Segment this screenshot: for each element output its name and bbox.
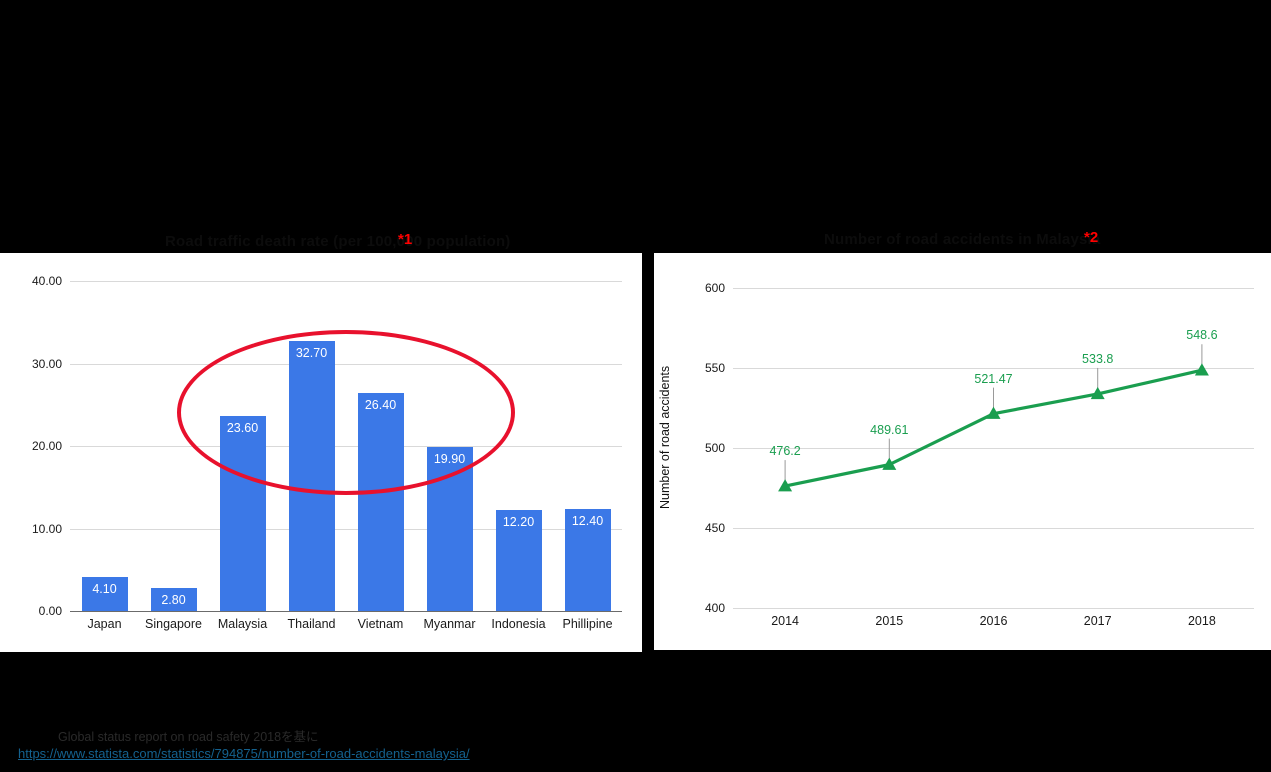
data-point-value-label: 533.8 — [1082, 351, 1114, 366]
y-axis-tick-label: 550 — [704, 361, 725, 375]
bar[interactable]: 12.40 — [564, 508, 611, 611]
bar-value-label: 12.20 — [502, 515, 535, 530]
line-series-path — [784, 368, 1203, 488]
left-chart-heading: Road traffic death rate (per 100,000 pop… — [165, 233, 511, 250]
bar[interactable]: 2.80 — [150, 587, 197, 611]
gridline — [70, 281, 622, 282]
bar-value-label: 23.60 — [226, 421, 259, 436]
x-axis-tick-label: 2016 — [979, 614, 1008, 628]
bar-value-label: 12.40 — [571, 513, 604, 528]
gridline — [70, 446, 622, 447]
bar[interactable]: 26.40 — [357, 393, 404, 611]
x-axis-tick-label: Indonesia — [491, 617, 546, 631]
x-axis-tick-label: Singapore — [145, 617, 202, 631]
y-axis-tick-label: 20.00 — [31, 439, 62, 453]
source-url-link[interactable]: https://www.statista.com/statistics/7948… — [18, 746, 470, 761]
footnote-marker-2: *2 — [1084, 229, 1099, 246]
bar[interactable]: 12.20 — [495, 510, 542, 611]
y-axis-tick-label: 40.00 — [31, 274, 62, 288]
x-axis-tick-label: Thailand — [287, 617, 336, 631]
bar-value-label: 4.10 — [92, 582, 117, 597]
bar[interactable]: 32.70 — [288, 341, 335, 611]
y-axis-tick-label: 400 — [704, 601, 725, 615]
x-axis-tick-label: 2015 — [875, 614, 904, 628]
bar[interactable]: 19.90 — [426, 446, 473, 611]
x-axis-tick-label: 2018 — [1187, 614, 1216, 628]
y-axis-tick-label: 500 — [704, 441, 725, 455]
data-point-value-label: 489.61 — [870, 422, 909, 437]
bar-value-label: 19.90 — [433, 451, 466, 466]
y-axis-tick-label: 600 — [704, 281, 725, 295]
x-axis-tick-label: Malaysia — [217, 617, 268, 631]
line-chart-svg — [778, 344, 1209, 492]
data-point-value-label: 548.6 — [1186, 328, 1218, 343]
x-axis-tick-label: 2014 — [771, 614, 799, 628]
y-axis-tick-label: 10.00 — [31, 521, 62, 536]
bar[interactable]: 23.60 — [219, 416, 266, 611]
x-axis-tick-label: Phillipine — [562, 617, 613, 631]
gridline — [733, 608, 1254, 609]
bar-value-label: 26.40 — [364, 398, 397, 413]
bar-chart-plot-area: 0.00 10.00 20.00 30.00 40.00 4.10 2.80 23.60 32… — [32, 274, 622, 631]
data-point-marker[interactable] — [1194, 363, 1209, 376]
x-axis-tick-label: Myanmar — [423, 617, 476, 631]
x-axis-tick-label: Vietnam — [357, 617, 404, 631]
data-point-value-label: 521.47 — [974, 371, 1013, 386]
y-axis-tick-label: 0.00 — [38, 604, 62, 618]
gridline — [70, 611, 622, 612]
bar-value-label: 32.70 — [295, 346, 328, 361]
x-axis-tick-label: Japan — [87, 617, 122, 631]
x-axis-tick-label: 2017 — [1083, 614, 1112, 628]
bar[interactable]: 4.10 — [81, 577, 128, 611]
source-credit-text: Global status report on road safety 2018… — [58, 730, 319, 744]
gridline — [70, 363, 622, 365]
line-chart-plot-area: 400 450 500 550 600 476.2 489.61 521.47 533.8 54… — [705, 281, 1254, 628]
right-chart-heading: Number of road accidents in Malaysia — [824, 231, 1101, 248]
bar-value-label: 2.80 — [161, 592, 186, 607]
slide-canvas: Road traffic death rate (per 100,000 pop… — [0, 0, 1271, 772]
footnote-marker-1: *1 — [398, 231, 413, 248]
y-axis-tick-label: 450 — [704, 521, 725, 535]
data-point-value-label: 476.2 — [769, 444, 801, 459]
y-axis-tick-label: 30.00 — [31, 356, 62, 371]
line-chart-y-axis-label: Number of road accidents — [658, 365, 672, 509]
